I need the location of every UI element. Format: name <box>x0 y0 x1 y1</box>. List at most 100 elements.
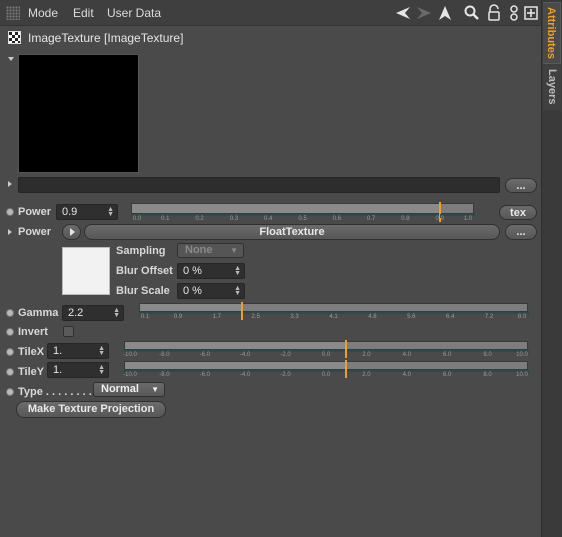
object-title: ImageTexture [ImageTexture] <box>28 31 184 45</box>
gamma-tick-mark <box>528 312 529 316</box>
tiley-input[interactable]: 1. ▲ ▼ <box>47 362 109 378</box>
blur-offset-label: Blur Offset <box>116 265 173 277</box>
gamma-tick-label: 7.2 <box>484 314 494 320</box>
gamma-tick-label: 4.8 <box>368 314 377 320</box>
spinner-arrows-icon[interactable]: ▲ ▼ <box>98 345 105 357</box>
preview-more-button[interactable]: ... <box>505 178 537 193</box>
menu-user-data[interactable]: User Data <box>107 6 161 20</box>
float-texture-button[interactable]: FloatTexture <box>84 224 500 240</box>
power-tick-mark <box>474 214 475 218</box>
tiley-label: TileY <box>18 366 45 378</box>
spinner-arrows-icon[interactable]: ▲ ▼ <box>107 206 114 218</box>
expand-power-texture-icon[interactable] <box>8 229 12 235</box>
tiley-animate-radio[interactable] <box>6 368 14 376</box>
new-window-icon[interactable] <box>522 4 540 22</box>
power-label: Power <box>18 206 52 218</box>
spinner-arrows-icon[interactable]: ▲ ▼ <box>234 265 241 277</box>
tilex-animate-radio[interactable] <box>6 348 14 356</box>
gamma-slider-marker[interactable] <box>241 302 244 320</box>
tiley-tick-label: 10.0 <box>516 372 528 378</box>
power-tick-label: 0.3 <box>229 216 239 222</box>
tiley-tick-label: 2.0 <box>362 372 371 378</box>
tiley-tick-label: 0.0 <box>321 372 331 378</box>
tiley-tick-label: 6.0 <box>443 372 452 378</box>
power-texture-label: Power <box>18 226 52 238</box>
blur-scale-input[interactable]: 0 % ▲ ▼ <box>177 283 245 299</box>
invert-animate-radio[interactable] <box>6 328 14 336</box>
lock-icon[interactable] <box>485 4 503 22</box>
tilex-value: 1. <box>53 345 63 357</box>
tilex-tick-label: -2.0 <box>280 352 291 358</box>
power-slider-fill <box>132 204 439 213</box>
collapse-preview-icon[interactable] <box>8 57 14 61</box>
sampling-label: Sampling <box>116 245 166 257</box>
gamma-input[interactable]: 2.2 ▲ ▼ <box>62 305 124 321</box>
power-tick-label: 0.2 <box>195 216 204 222</box>
tiley-slider[interactable] <box>124 361 528 370</box>
power-tick-label: 0.8 <box>401 216 410 222</box>
expand-path-icon[interactable] <box>8 181 12 187</box>
texture-swatch[interactable] <box>62 247 110 295</box>
tilex-tick-label: 4.0 <box>402 352 411 358</box>
gamma-animate-radio[interactable] <box>6 309 14 317</box>
spinner-arrows-icon[interactable]: ▲ ▼ <box>234 285 241 297</box>
power-tick-label: 0.0 <box>132 216 142 222</box>
texture-path-field[interactable] <box>18 177 500 193</box>
forward-arrow-icon[interactable] <box>415 4 433 22</box>
menu-mode[interactable]: Mode <box>28 6 58 20</box>
tilex-tick-label: 0.0 <box>321 352 331 358</box>
invert-label: Invert <box>18 326 48 338</box>
gamma-tick-label: 1.7 <box>212 314 221 320</box>
power-tick-label: 0.1 <box>161 216 170 222</box>
tiley-slider-fill <box>125 362 347 369</box>
tilex-tick-label: 2.0 <box>362 352 371 358</box>
power-tick-label: 0.5 <box>298 216 307 222</box>
invert-checkbox[interactable] <box>63 326 74 337</box>
blur-offset-input[interactable]: 0 % ▲ ▼ <box>177 263 245 279</box>
menu-edit[interactable]: Edit <box>73 6 94 20</box>
tab-attributes[interactable]: Attributes <box>543 2 561 64</box>
sampling-dropdown[interactable]: None ▼ <box>177 243 244 258</box>
link-icon[interactable] <box>505 4 523 22</box>
sampling-value: None <box>185 244 213 256</box>
tiley-slider-marker[interactable] <box>345 360 348 378</box>
spinner-arrows-icon[interactable]: ▲ ▼ <box>98 364 105 376</box>
gamma-slider[interactable] <box>139 303 528 312</box>
tiley-tick-label: 8.0 <box>483 372 492 378</box>
power-slider[interactable] <box>131 203 474 214</box>
gamma-tick-label: 5.6 <box>407 314 416 320</box>
play-icon <box>69 228 75 236</box>
cursor-icon[interactable] <box>436 4 454 22</box>
tilex-slider[interactable] <box>124 341 528 350</box>
back-arrow-icon[interactable] <box>394 4 412 22</box>
type-dropdown[interactable]: Normal ▼ <box>93 382 165 397</box>
tiley-tick-label: -6.0 <box>199 372 210 378</box>
gamma-tick-label: 2.5 <box>251 314 260 320</box>
search-icon[interactable] <box>463 4 481 22</box>
tiley-tick-label: -4.0 <box>240 372 251 378</box>
tiley-tick-label: 4.0 <box>402 372 411 378</box>
power-animate-radio[interactable] <box>6 208 14 216</box>
tilex-tick-label: -8.0 <box>159 352 170 358</box>
tilex-tick-label: -6.0 <box>199 352 210 358</box>
chevron-down-icon: ▼ <box>230 246 238 255</box>
texture-play-button[interactable] <box>62 224 81 240</box>
tilex-slider-marker[interactable] <box>345 340 348 358</box>
tilex-label: TileX <box>18 346 45 358</box>
power-texture-more-button[interactable]: ... <box>505 224 537 240</box>
power-tex-button[interactable]: tex <box>499 205 537 220</box>
power-tick-label: 0.9 <box>435 216 444 222</box>
grip-icon[interactable] <box>6 6 20 20</box>
gamma-tick-label: 3.3 <box>290 314 299 320</box>
gamma-slider-fill <box>140 304 243 311</box>
power-input[interactable]: 0.9 ▲ ▼ <box>56 204 118 220</box>
gamma-label: Gamma <box>18 307 59 319</box>
blur-offset-value: 0 % <box>183 265 202 277</box>
make-texture-projection-button[interactable]: Make Texture Projection <box>16 401 166 418</box>
type-animate-radio[interactable] <box>6 388 14 396</box>
blur-scale-label: Blur Scale <box>116 285 170 297</box>
blur-scale-value: 0 % <box>183 285 202 297</box>
tab-layers[interactable]: Layers <box>543 64 561 110</box>
spinner-arrows-icon[interactable]: ▲ ▼ <box>113 307 120 319</box>
tilex-input[interactable]: 1. ▲ ▼ <box>47 343 109 359</box>
